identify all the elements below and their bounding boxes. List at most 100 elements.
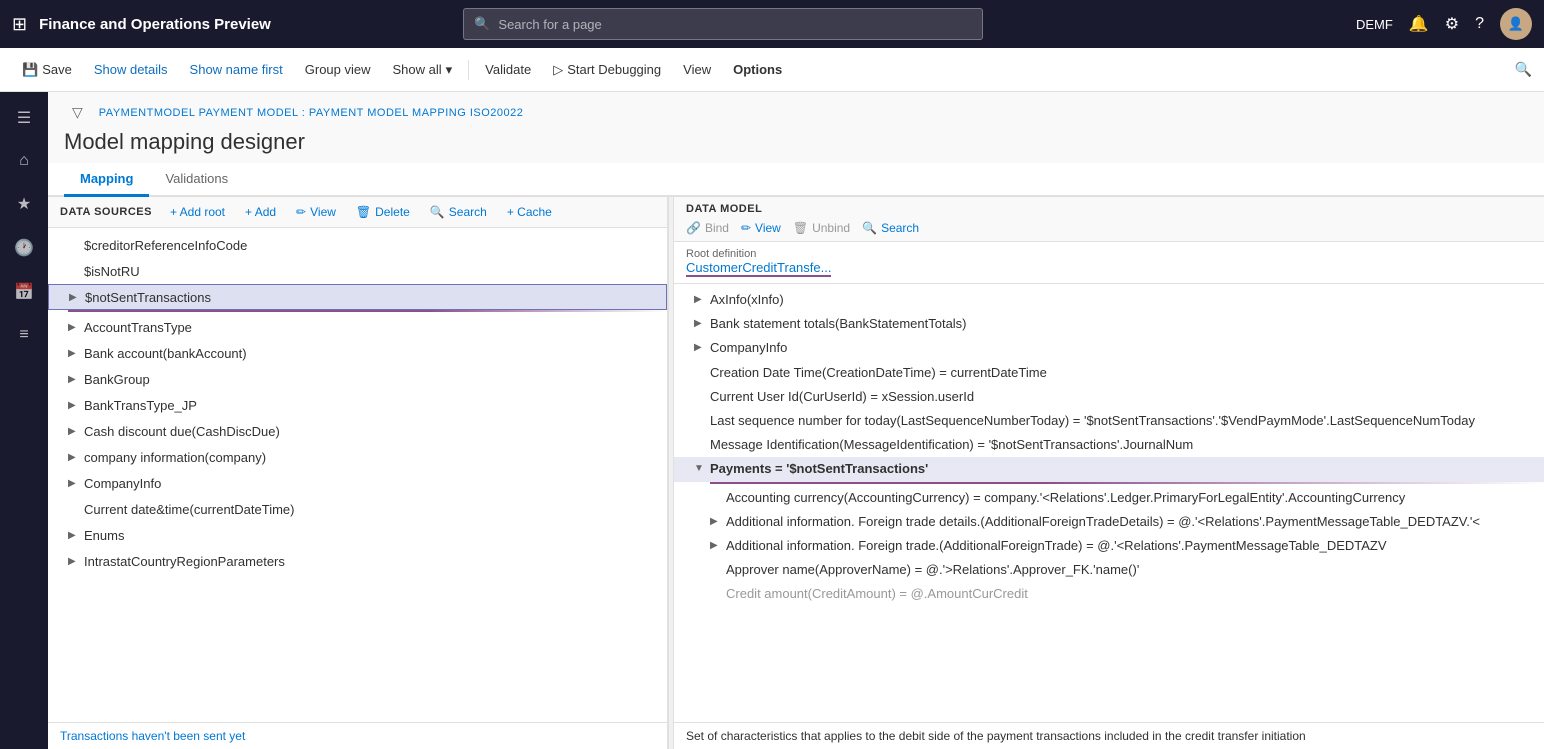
star-icon[interactable]: ★ — [9, 186, 39, 222]
help-icon[interactable]: ? — [1475, 15, 1484, 33]
search-bar[interactable]: 🔍 — [463, 8, 983, 40]
hamburger-icon[interactable]: ☰ — [9, 100, 39, 136]
tabs: Mapping Validations — [48, 163, 1544, 197]
root-def-label: Root definition — [686, 248, 1532, 260]
avatar[interactable]: 👤 — [1500, 8, 1532, 40]
left-status-bar: Transactions haven't been sent yet — [48, 722, 667, 749]
chevron-icon: ▶ — [68, 530, 84, 541]
page-title: Model mapping designer — [64, 129, 1528, 155]
right-panel-actions: 🔗 Bind ✏ View 🗑 Unbind 🔍 — [686, 221, 1532, 235]
options-button[interactable]: Options — [723, 58, 792, 81]
start-debugging-button[interactable]: ▷ Start Debugging — [543, 58, 671, 82]
tab-mapping[interactable]: Mapping — [64, 163, 149, 197]
underline-bar — [68, 310, 667, 312]
left-tree: $creditorReferenceInfoCode $isNotRU ▶ $n… — [48, 228, 667, 722]
view-action[interactable]: ✏ View — [741, 221, 781, 235]
cmd-divider-1 — [468, 60, 469, 80]
notification-icon[interactable]: 🔔 — [1409, 14, 1429, 34]
save-button[interactable]: 💾 Save — [12, 58, 82, 82]
search-input[interactable] — [498, 17, 972, 32]
filter-icon[interactable]: ▽ — [64, 100, 91, 125]
tree-item[interactable]: ▶ Bank account(bankAccount) — [48, 340, 667, 366]
main-layout: ☰ ⌂ ★ 🕐 📅 ≡ ▽ PAYMENTMODEL PAYMENT MODEL… — [0, 92, 1544, 749]
right-tree-item[interactable]: Creation Date Time(CreationDateTime) = c… — [674, 361, 1544, 385]
left-status-text: Transactions haven't been sent yet — [60, 729, 245, 743]
debug-icon: ▷ — [553, 62, 563, 78]
right-tree-item[interactable]: ▶ AxInfo(xInfo) — [674, 288, 1544, 312]
tree-item[interactable]: ▶ Enums — [48, 522, 667, 548]
view-ds-button[interactable]: ✏ View — [290, 203, 342, 221]
chevron-icon: ▶ — [68, 348, 84, 359]
right-tree-item[interactable]: ▶ Additional information. Foreign trade … — [674, 510, 1544, 534]
home-icon[interactable]: ⌂ — [11, 144, 37, 178]
view-button[interactable]: View — [673, 58, 721, 81]
settings-icon[interactable]: ⚙ — [1445, 14, 1459, 34]
tree-item[interactable]: $isNotRU — [48, 258, 667, 284]
right-tree-item[interactable]: Current User Id(CurUserId) = xSession.us… — [674, 385, 1544, 409]
unbind-action[interactable]: 🗑 Unbind — [793, 221, 850, 235]
right-tree-item[interactable]: ▶ Additional information. Foreign trade.… — [674, 534, 1544, 558]
recent-icon[interactable]: 🕐 — [6, 230, 42, 266]
right-tree-item[interactable]: Credit amount(CreditAmount) = @.AmountCu… — [674, 582, 1544, 606]
left-panel-title: DATA SOURCES — [60, 206, 152, 218]
right-tree-item[interactable]: ▶ CompanyInfo — [674, 336, 1544, 360]
right-tree-item[interactable]: Last sequence number for today(LastSeque… — [674, 409, 1544, 433]
app-title: Finance and Operations Preview — [39, 16, 271, 33]
chevron-icon: ▶ — [68, 556, 84, 567]
trash-icon: 🗑 — [356, 205, 371, 219]
split-panel: DATA SOURCES + Add root + Add ✏ View 🗑 D… — [48, 197, 1544, 749]
tree-item[interactable]: $creditorReferenceInfoCode — [48, 232, 667, 258]
right-tree-item[interactable]: ▶ Bank statement totals(BankStatementTot… — [674, 312, 1544, 336]
breadcrumb-area: ▽ PAYMENTMODEL PAYMENT MODEL : PAYMENT M… — [48, 92, 1544, 163]
list-icon[interactable]: ≡ — [11, 318, 36, 352]
tab-validations[interactable]: Validations — [149, 163, 244, 197]
right-status-bar: Set of characteristics that applies to t… — [674, 722, 1544, 749]
validate-button[interactable]: Validate — [475, 58, 541, 81]
chevron-icon: ▶ — [69, 292, 85, 303]
left-panel-header: DATA SOURCES + Add root + Add ✏ View 🗑 D… — [48, 197, 667, 228]
calendar-icon[interactable]: 📅 — [6, 274, 42, 310]
search-right-icon: 🔍 — [862, 221, 877, 235]
delete-button[interactable]: 🗑 Delete — [350, 203, 416, 221]
right-tree-item[interactable]: Accounting currency(AccountingCurrency) … — [674, 486, 1544, 510]
grid-icon[interactable]: ⊞ — [12, 14, 27, 35]
tree-item[interactable]: ▶ CompanyInfo — [48, 470, 667, 496]
right-tree-item-payments[interactable]: ▼ Payments = '$notSentTransactions' — [674, 457, 1544, 481]
right-status-text: Set of characteristics that applies to t… — [686, 729, 1306, 743]
left-panel: DATA SOURCES + Add root + Add ✏ View 🗑 D… — [48, 197, 668, 749]
tree-item[interactable]: ▶ BankTransType_JP — [48, 392, 667, 418]
pencil-view-icon: ✏ — [741, 221, 751, 235]
chevron-icon: ▶ — [710, 513, 726, 529]
dropdown-chevron-icon: ▾ — [446, 62, 453, 78]
chevron-icon: ▶ — [694, 291, 710, 307]
username-label: DEMF — [1356, 17, 1393, 32]
cmd-search-icon[interactable]: 🔍 — [1515, 61, 1532, 78]
add-button[interactable]: + Add — [239, 203, 282, 221]
link-icon: 🔗 — [686, 221, 701, 235]
root-definition: Root definition CustomerCreditTransfe... — [674, 242, 1544, 284]
tree-item[interactable]: ▶ IntrastatCountryRegionParameters — [48, 548, 667, 574]
show-name-first-button[interactable]: Show name first — [180, 58, 293, 81]
bind-action[interactable]: 🔗 Bind — [686, 221, 729, 235]
add-root-button[interactable]: + Add root — [164, 203, 231, 221]
right-tree-item[interactable]: Approver name(ApproverName) = @.'>Relati… — [674, 558, 1544, 582]
unlink-icon: 🗑 — [793, 221, 808, 235]
show-details-button[interactable]: Show details — [84, 58, 178, 81]
breadcrumb: PAYMENTMODEL PAYMENT MODEL : PAYMENT MOD… — [99, 107, 524, 119]
cache-button[interactable]: + Cache — [501, 203, 558, 221]
search-ds-icon: 🔍 — [430, 205, 445, 219]
tree-item[interactable]: ▶ company information(company) — [48, 444, 667, 470]
show-all-button[interactable]: Show all ▾ — [383, 58, 463, 82]
tree-item[interactable]: ▶ AccountTransType — [48, 314, 667, 340]
tree-item[interactable]: Current date&time(currentDateTime) — [48, 496, 667, 522]
search-action[interactable]: 🔍 Search — [862, 221, 919, 235]
tree-item-notsenttransactions[interactable]: ▶ $notSentTransactions — [48, 284, 667, 310]
tree-item[interactable]: ▶ Cash discount due(CashDiscDue) — [48, 418, 667, 444]
chevron-icon: ▶ — [68, 452, 84, 463]
right-tree-item[interactable]: Message Identification(MessageIdentifica… — [674, 433, 1544, 457]
tree-item[interactable]: ▶ BankGroup — [48, 366, 667, 392]
chevron-icon: ▼ — [694, 460, 710, 476]
top-nav-right: DEMF 🔔 ⚙ ? 👤 — [1356, 8, 1532, 40]
group-view-button[interactable]: Group view — [295, 58, 381, 81]
search-ds-button[interactable]: 🔍 Search — [424, 203, 493, 221]
